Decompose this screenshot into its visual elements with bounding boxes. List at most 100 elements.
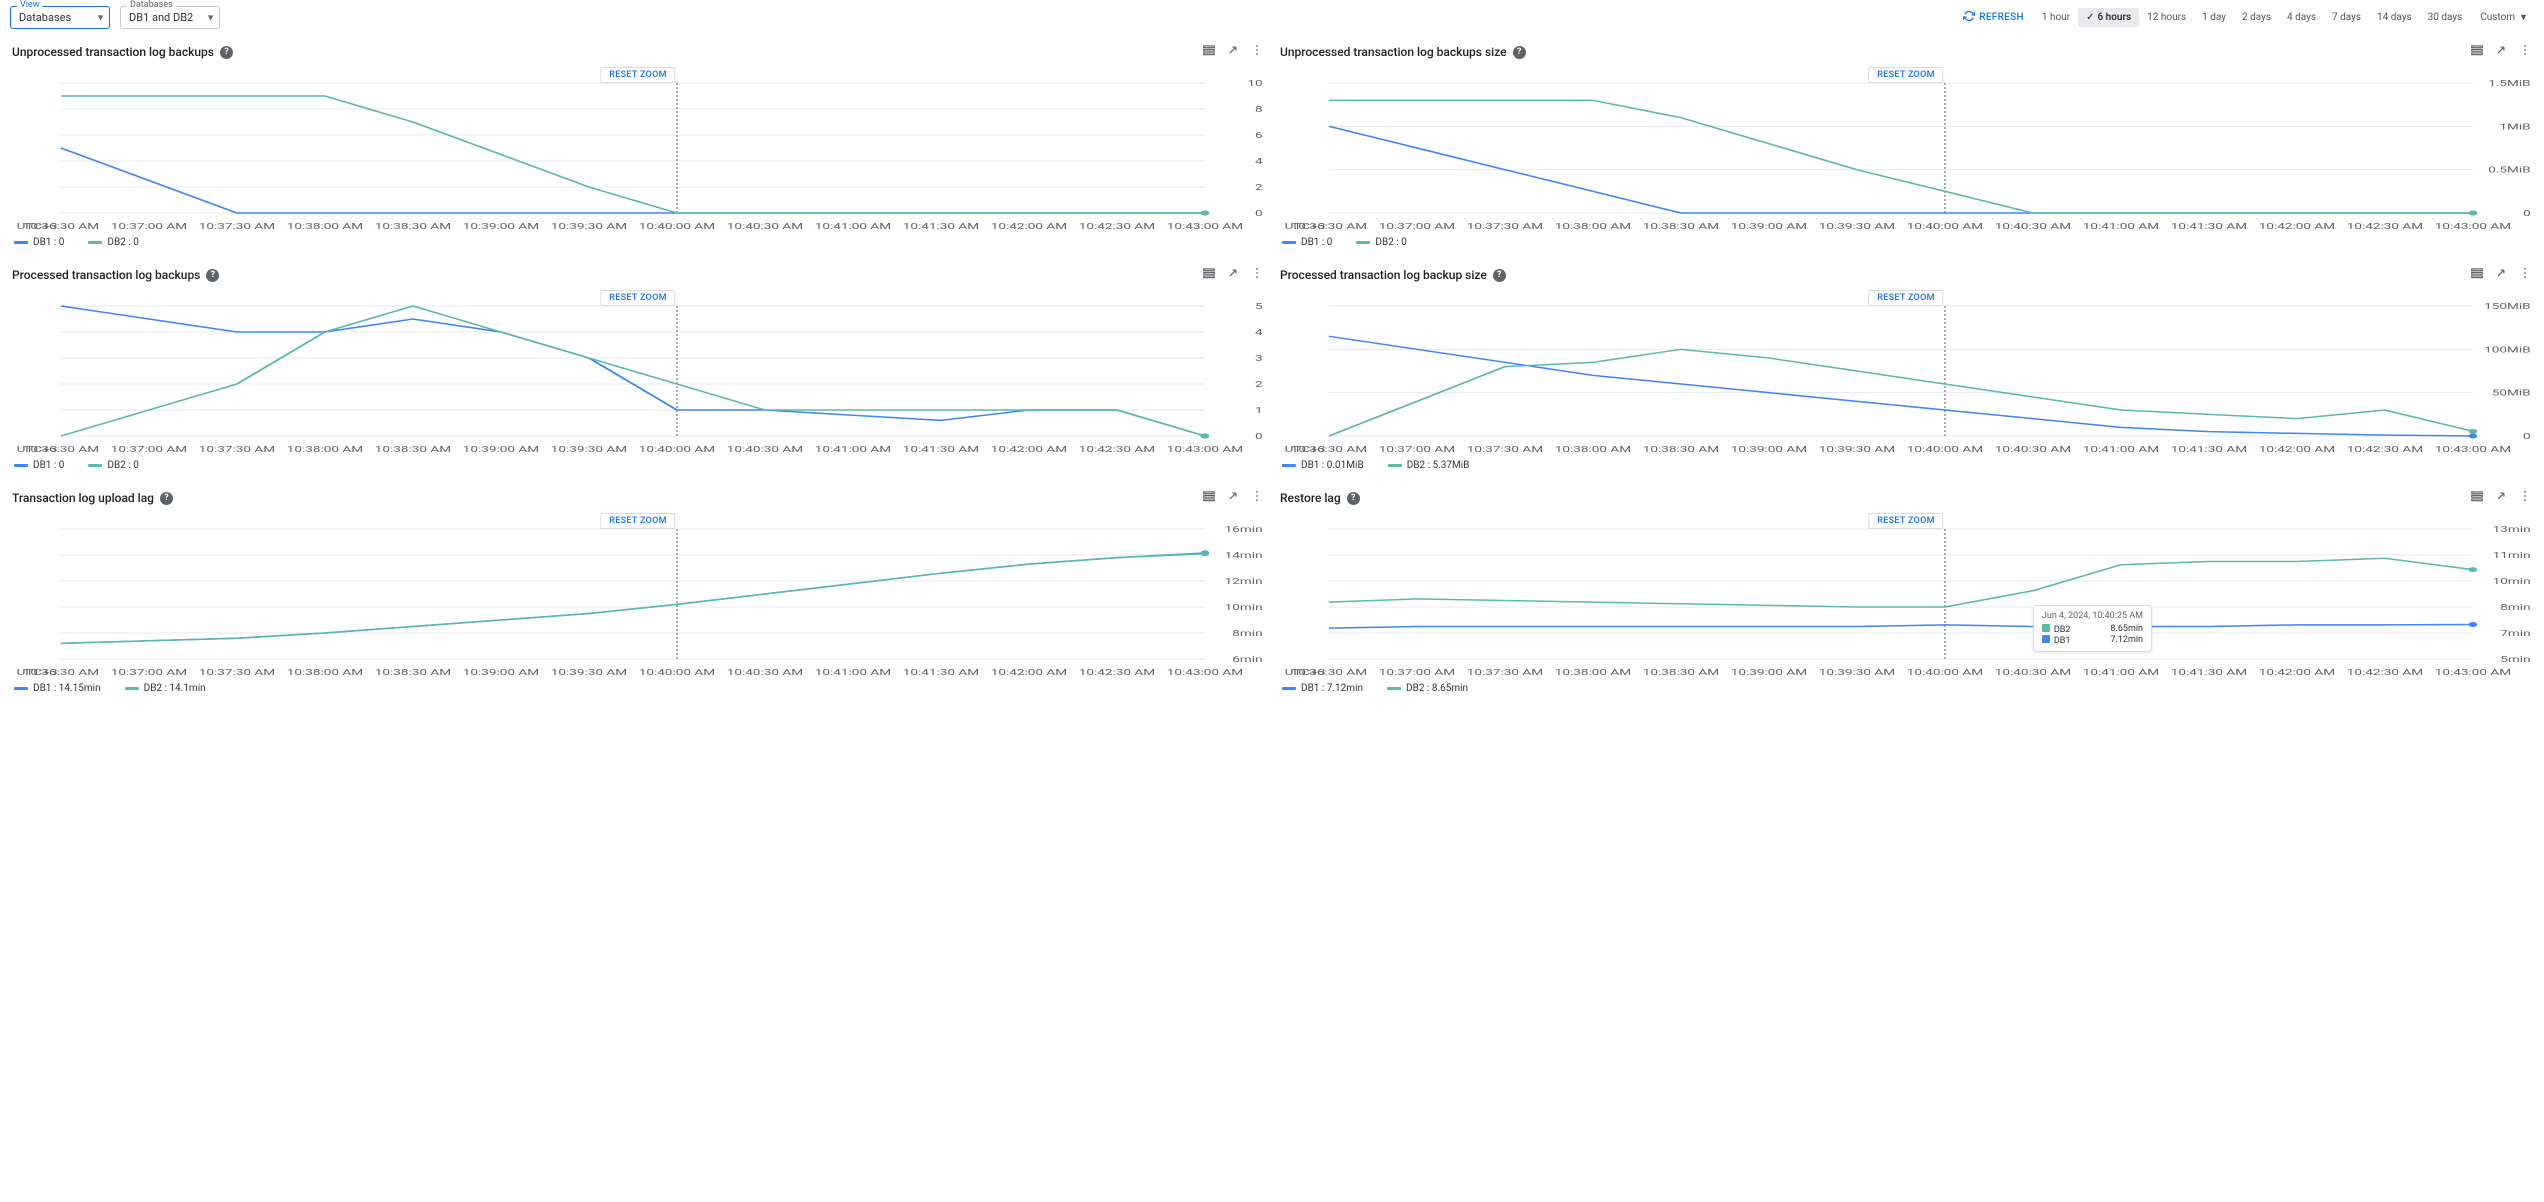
reset-zoom-button[interactable]: RESET ZOOM xyxy=(1868,513,1943,529)
svg-text:11min: 11min xyxy=(2493,551,2531,560)
custom-range-button[interactable]: Custom ▼ xyxy=(2474,8,2534,27)
legend-item[interactable]: DB1 : 0 xyxy=(14,460,64,471)
reset-zoom-button[interactable]: RESET ZOOM xyxy=(1868,67,1943,83)
legend-toggle-icon[interactable] xyxy=(1202,43,1216,61)
reset-zoom-button[interactable]: RESET ZOOM xyxy=(600,290,675,306)
time-range-4-days[interactable]: 4 days xyxy=(2279,8,2324,27)
svg-text:1MiB: 1MiB xyxy=(2499,122,2530,131)
svg-text:10:42:30 AM: 10:42:30 AM xyxy=(1079,445,1155,454)
svg-text:4: 4 xyxy=(1255,328,1263,337)
more-icon[interactable] xyxy=(1250,489,1264,507)
expand-icon[interactable] xyxy=(2494,489,2508,507)
svg-text:6min: 6min xyxy=(1232,655,1262,664)
more-icon[interactable] xyxy=(1250,266,1264,284)
legend-item[interactable]: DB1 : 0 xyxy=(14,237,64,248)
chart-title: Processed transaction log backup size xyxy=(1280,268,1487,282)
legend-item[interactable]: DB1 : 0 xyxy=(1282,237,1332,248)
chart-area[interactable]: RESET ZOOM5min7min8min10min11min13minUTC… xyxy=(1278,511,2534,681)
view-select[interactable]: View Databases ▼ xyxy=(10,6,110,29)
chart-area[interactable]: RESET ZOOM00.5MiB1MiB1.5MiBUTC+310:36:30… xyxy=(1278,65,2534,235)
legend-item[interactable]: DB1 : 7.12min xyxy=(1282,683,1363,694)
svg-text:10:40:00 AM: 10:40:00 AM xyxy=(639,222,715,231)
check-icon: ✓ xyxy=(2086,12,2094,23)
svg-text:10:41:30 AM: 10:41:30 AM xyxy=(903,668,979,677)
legend-toggle-icon[interactable] xyxy=(1202,489,1216,507)
chart-area[interactable]: RESET ZOOM6min8min10min12min14min16minUT… xyxy=(10,511,1266,681)
expand-icon[interactable] xyxy=(1226,266,1240,284)
expand-icon[interactable] xyxy=(1226,489,1240,507)
svg-text:2: 2 xyxy=(1255,183,1263,192)
help-icon[interactable]: ? xyxy=(160,492,173,505)
svg-text:0: 0 xyxy=(2523,432,2531,441)
legend-toggle-icon[interactable] xyxy=(1202,266,1216,284)
svg-text:10:40:30 AM: 10:40:30 AM xyxy=(727,222,803,231)
svg-text:10:42:00 AM: 10:42:00 AM xyxy=(991,445,1067,454)
legend-item[interactable]: DB2 : 0 xyxy=(88,460,138,471)
chart-title: Transaction log upload lag xyxy=(12,491,154,505)
svg-text:10:36:30 AM: 10:36:30 AM xyxy=(23,445,99,454)
help-icon[interactable]: ? xyxy=(1493,269,1506,282)
time-range-30-days[interactable]: 30 days xyxy=(2420,8,2471,27)
legend-toggle-icon[interactable] xyxy=(2470,43,2484,61)
svg-text:14min: 14min xyxy=(1225,551,1263,560)
svg-text:10:39:00 AM: 10:39:00 AM xyxy=(463,668,539,677)
svg-text:10:36:30 AM: 10:36:30 AM xyxy=(1291,445,1367,454)
svg-text:13min: 13min xyxy=(2493,525,2531,534)
svg-text:10:42:00 AM: 10:42:00 AM xyxy=(2259,222,2335,231)
svg-text:10:38:30 AM: 10:38:30 AM xyxy=(375,668,451,677)
help-icon[interactable]: ? xyxy=(1513,46,1526,59)
help-icon[interactable]: ? xyxy=(220,46,233,59)
time-range-6-hours[interactable]: ✓6 hours xyxy=(2078,8,2139,27)
chart-area[interactable]: RESET ZOOM012345UTC+310:36:30 AM10:37:00… xyxy=(10,288,1266,458)
legend-item[interactable]: DB2 : 0 xyxy=(88,237,138,248)
svg-text:10:36:30 AM: 10:36:30 AM xyxy=(1291,668,1367,677)
svg-text:8min: 8min xyxy=(2500,603,2530,612)
legend-item[interactable]: DB1 : 0.01MiB xyxy=(1282,460,1364,471)
chart-panel: Unprocessed transaction log backups ? RE… xyxy=(10,39,1266,250)
reset-zoom-button[interactable]: RESET ZOOM xyxy=(600,513,675,529)
svg-text:0: 0 xyxy=(1255,432,1263,441)
time-range-2-days[interactable]: 2 days xyxy=(2234,8,2279,27)
help-icon[interactable]: ? xyxy=(1347,492,1360,505)
time-range-14-days[interactable]: 14 days xyxy=(2369,8,2420,27)
databases-select[interactable]: Databases DB1 and DB2 ▼ xyxy=(120,6,220,29)
chart-area[interactable]: RESET ZOOM050MiB100MiB150MiBUTC+310:36:3… xyxy=(1278,288,2534,458)
svg-text:10:40:30 AM: 10:40:30 AM xyxy=(1995,445,2071,454)
svg-text:10:41:30 AM: 10:41:30 AM xyxy=(2171,222,2247,231)
databases-select-label: Databases xyxy=(127,0,176,10)
refresh-button[interactable]: REFRESH xyxy=(1957,7,2030,28)
time-range-12-hours[interactable]: 12 hours xyxy=(2139,8,2194,27)
expand-icon[interactable] xyxy=(2494,266,2508,284)
more-icon[interactable] xyxy=(2518,266,2532,284)
expand-icon[interactable] xyxy=(2494,43,2508,61)
expand-icon[interactable] xyxy=(1226,43,1240,61)
legend-item[interactable]: DB2 : 8.65min xyxy=(1387,683,1468,694)
svg-text:10:41:30 AM: 10:41:30 AM xyxy=(903,445,979,454)
legend-item[interactable]: DB2 : 0 xyxy=(1356,237,1406,248)
svg-text:10:40:30 AM: 10:40:30 AM xyxy=(727,668,803,677)
time-range-1-hour[interactable]: 1 hour xyxy=(2034,8,2078,27)
help-icon[interactable]: ? xyxy=(206,269,219,282)
reset-zoom-button[interactable]: RESET ZOOM xyxy=(600,67,675,83)
svg-text:50MiB: 50MiB xyxy=(2492,388,2531,397)
time-range-7-days[interactable]: 7 days xyxy=(2324,8,2369,27)
legend-item[interactable]: DB2 : 5.37MiB xyxy=(1388,460,1470,471)
svg-text:10:39:00 AM: 10:39:00 AM xyxy=(463,222,539,231)
more-icon[interactable] xyxy=(2518,43,2532,61)
svg-text:10:36:30 AM: 10:36:30 AM xyxy=(23,222,99,231)
legend-toggle-icon[interactable] xyxy=(2470,266,2484,284)
reset-zoom-button[interactable]: RESET ZOOM xyxy=(1868,290,1943,306)
legend-item[interactable]: DB2 : 14.1min xyxy=(125,683,206,694)
svg-text:10:39:30 AM: 10:39:30 AM xyxy=(1819,668,1895,677)
time-range-1-day[interactable]: 1 day xyxy=(2194,8,2234,27)
legend-item[interactable]: DB1 : 14.15min xyxy=(14,683,101,694)
chart-legend: DB1 : 0 DB2 : 0 xyxy=(10,235,1266,250)
svg-text:10:41:30 AM: 10:41:30 AM xyxy=(2171,445,2247,454)
svg-text:0.5MiB: 0.5MiB xyxy=(2488,165,2530,174)
chart-tooltip: Jun 4, 2024, 10:40:25 AMDB28.65minDB17.1… xyxy=(2033,605,2152,652)
legend-toggle-icon[interactable] xyxy=(2470,489,2484,507)
chart-area[interactable]: RESET ZOOM0246810UTC+310:36:30 AM10:37:0… xyxy=(10,65,1266,235)
more-icon[interactable] xyxy=(2518,489,2532,507)
svg-text:10:43:00 AM: 10:43:00 AM xyxy=(1167,668,1243,677)
more-icon[interactable] xyxy=(1250,43,1264,61)
